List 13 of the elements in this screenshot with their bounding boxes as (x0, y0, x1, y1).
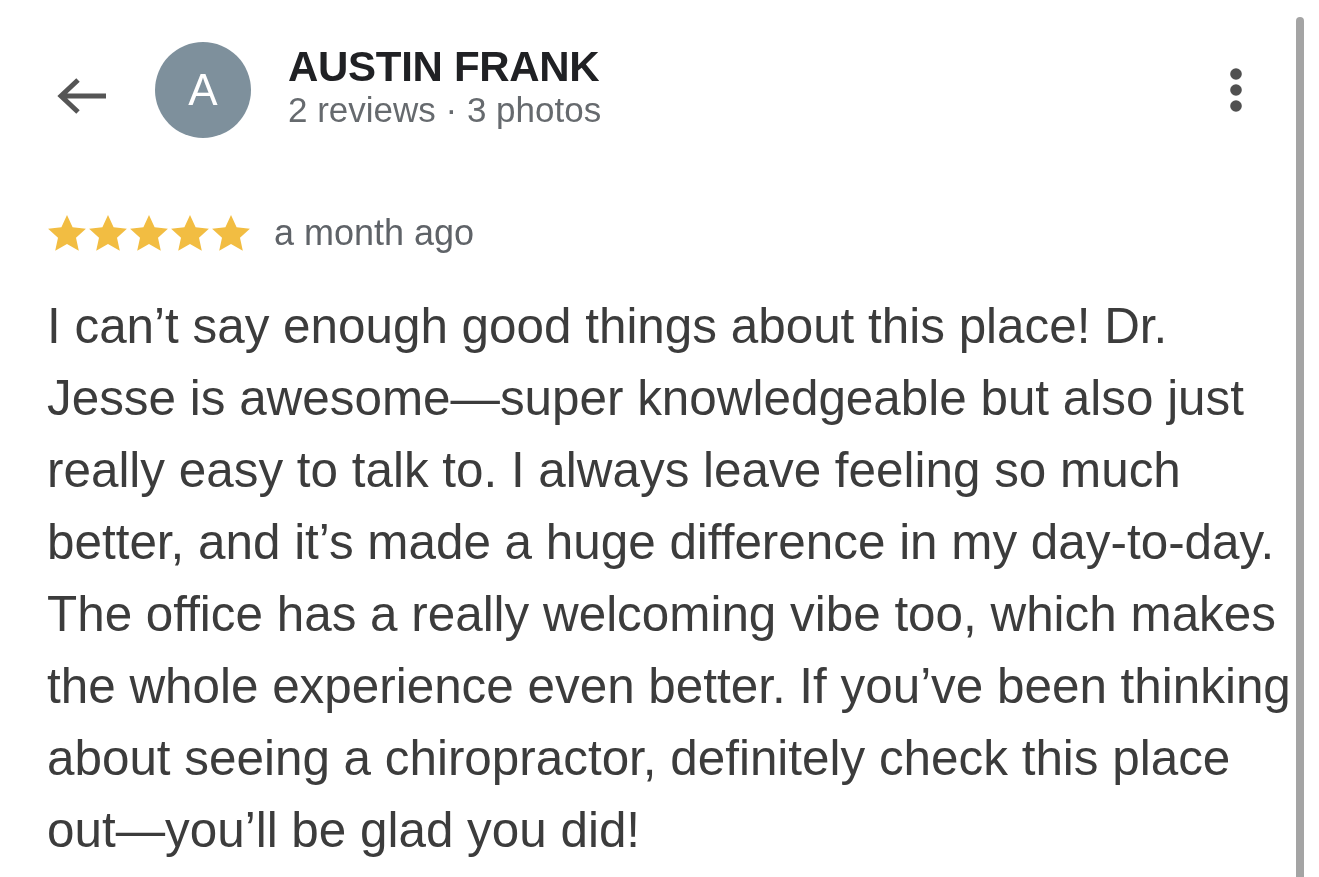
reviewer-stats: 2 reviews · 3 photos (288, 90, 602, 130)
star-filled-icon (170, 214, 210, 252)
scrollbar[interactable] (1296, 17, 1304, 877)
more-options-button[interactable] (1228, 68, 1244, 112)
star-filled-icon (211, 214, 251, 252)
review-text: I can’t say enough good things about this place! Dr. Jesse is awesome—super knowledgeable but also just really easy to talk to. I always leave feeling so much better, and it’s made a huge difference in my day-to-day. The office has a really welcoming vibe too, which makes the whole experience even better. If you’ve been thinking about seeing a chiropractor, definitely check this place out—you’ll be glad you did! (47, 297, 1292, 859)
star-filled-icon (88, 214, 128, 252)
star-filled-icon (129, 214, 169, 252)
more-vertical-icon (1228, 68, 1244, 112)
star-filled-icon (47, 214, 87, 252)
reviewer-name: AUSTIN FRANK (288, 44, 601, 90)
avatar: A (155, 42, 251, 138)
review-time: a month ago (274, 211, 475, 255)
